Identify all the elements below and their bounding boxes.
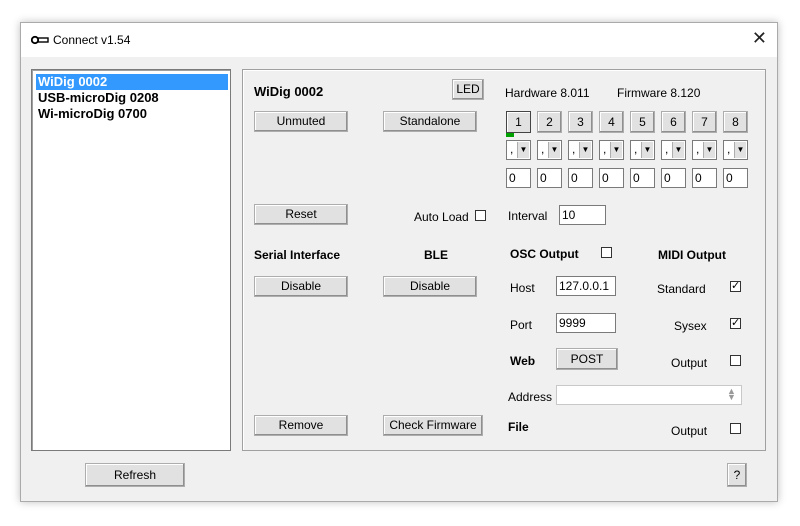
reset-button[interactable]: Reset xyxy=(254,204,348,225)
chevron-down-icon: ▼ xyxy=(610,142,622,158)
standard-label: Standard xyxy=(657,282,706,296)
file-heading: File xyxy=(508,420,529,434)
web-output-checkbox[interactable] xyxy=(730,355,741,366)
device-item-usb-microdig-0208[interactable]: USB-microDig 0208 xyxy=(36,90,161,106)
device-item-wi-microdig-0700[interactable]: Wi-microDig 0700 xyxy=(36,106,149,122)
channel-select-1[interactable]: , ▼ xyxy=(506,140,531,160)
web-heading: Web xyxy=(510,354,536,368)
device-name-title: WiDig 0002 xyxy=(254,84,324,99)
unmuted-button[interactable]: Unmuted xyxy=(254,111,348,132)
channel-value-7[interactable]: 0 xyxy=(692,168,717,188)
check-firmware-button[interactable]: Check Firmware xyxy=(383,415,483,436)
channel-active-indicator xyxy=(506,133,514,137)
select-value: , xyxy=(510,142,514,156)
channel-button-2[interactable]: 2 xyxy=(537,111,562,133)
channel-select-6[interactable]: , ▼ xyxy=(661,140,686,160)
chevron-down-icon: ▼ xyxy=(672,142,684,158)
select-value: , xyxy=(572,142,576,156)
standalone-button[interactable]: Standalone xyxy=(383,111,477,132)
chevron-down-icon: ▼ xyxy=(579,142,591,158)
channel-value-8[interactable]: 0 xyxy=(723,168,748,188)
port-label: Port xyxy=(510,318,533,332)
channel-value-3[interactable]: 0 xyxy=(568,168,593,188)
address-input[interactable] xyxy=(556,385,742,405)
standard-checkbox[interactable]: ✓ xyxy=(730,281,741,292)
connect-window: Connect v1.54 ✕ WiDig 0002 USB-microDig … xyxy=(20,22,778,502)
channel-value-4[interactable]: 0 xyxy=(599,168,624,188)
select-value: , xyxy=(696,142,700,156)
channel-select-7[interactable]: , ▼ xyxy=(692,140,717,160)
auto-load-label: Auto Load xyxy=(414,210,469,224)
select-value: , xyxy=(603,142,607,156)
device-list[interactable]: WiDig 0002 USB-microDig 0208 Wi-microDig… xyxy=(31,69,231,451)
address-label: Address xyxy=(508,390,553,404)
hardware-version: Hardware 8.011 xyxy=(505,86,590,100)
title-bar: Connect v1.54 ✕ xyxy=(21,23,777,57)
channel-value-6[interactable]: 0 xyxy=(661,168,686,188)
channel-button-1[interactable]: 1 xyxy=(506,111,531,133)
chevron-down-icon: ▼ xyxy=(517,142,529,158)
channel-select-2[interactable]: , ▼ xyxy=(537,140,562,160)
channel-select-3[interactable]: , ▼ xyxy=(568,140,593,160)
chevron-down-icon: ▼ xyxy=(641,142,653,158)
channel-button-8[interactable]: 8 xyxy=(723,111,748,133)
window-title: Connect v1.54 xyxy=(53,33,131,47)
select-value: , xyxy=(541,142,545,156)
ble-disable-button[interactable]: Disable xyxy=(383,276,477,297)
post-button[interactable]: POST xyxy=(556,348,618,370)
channel-button-7[interactable]: 7 xyxy=(692,111,717,133)
web-output-label: Output xyxy=(671,356,708,370)
select-value: , xyxy=(665,142,669,156)
select-value: , xyxy=(727,142,731,156)
channel-value-2[interactable]: 0 xyxy=(537,168,562,188)
host-label: Host xyxy=(510,281,535,295)
serial-interface-heading: Serial Interface xyxy=(254,248,341,262)
sysex-label: Sysex xyxy=(674,319,707,333)
auto-load-checkbox[interactable] xyxy=(475,210,486,221)
interval-label: Interval xyxy=(508,209,548,223)
device-settings-panel: WiDig 0002 LED Hardware 8.011 Firmware 8… xyxy=(242,69,766,451)
serial-disable-button[interactable]: Disable xyxy=(254,276,348,297)
file-output-checkbox[interactable] xyxy=(730,423,741,434)
midi-output-heading: MIDI Output xyxy=(658,248,726,262)
channel-button-3[interactable]: 3 xyxy=(568,111,593,133)
channel-button-4[interactable]: 4 xyxy=(599,111,624,133)
chevron-down-icon: ▼ xyxy=(703,142,715,158)
channel-button-6[interactable]: 6 xyxy=(661,111,686,133)
host-input[interactable]: 127.0.0.1 xyxy=(556,276,616,296)
ble-heading: BLE xyxy=(424,248,448,262)
select-value: , xyxy=(634,142,638,156)
channel-select-5[interactable]: , ▼ xyxy=(630,140,655,160)
key-icon xyxy=(31,35,49,45)
channel-button-5[interactable]: 5 xyxy=(630,111,655,133)
led-button[interactable]: LED xyxy=(452,79,484,100)
sysex-checkbox[interactable]: ✓ xyxy=(730,318,741,329)
osc-output-checkbox[interactable] xyxy=(601,247,612,258)
spinner-icon[interactable]: ▲ ▼ xyxy=(727,387,736,402)
firmware-version: Firmware 8.120 xyxy=(617,86,701,100)
chevron-down-icon: ▼ xyxy=(548,142,560,158)
channel-select-8[interactable]: , ▼ xyxy=(723,140,748,160)
interval-input[interactable]: 10 xyxy=(559,205,606,225)
close-icon[interactable]: ✕ xyxy=(752,29,767,47)
refresh-button[interactable]: Refresh xyxy=(85,463,185,487)
port-input[interactable]: 9999 xyxy=(556,313,616,333)
remove-button[interactable]: Remove xyxy=(254,415,348,436)
channel-select-4[interactable]: , ▼ xyxy=(599,140,624,160)
file-output-label: Output xyxy=(671,424,708,438)
help-button[interactable]: ? xyxy=(727,463,747,487)
channel-value-1[interactable]: 0 xyxy=(506,168,531,188)
channel-value-5[interactable]: 0 xyxy=(630,168,655,188)
osc-output-heading: OSC Output xyxy=(510,247,579,261)
device-item-widig-0002[interactable]: WiDig 0002 xyxy=(36,74,228,90)
chevron-down-icon: ▼ xyxy=(734,142,746,158)
